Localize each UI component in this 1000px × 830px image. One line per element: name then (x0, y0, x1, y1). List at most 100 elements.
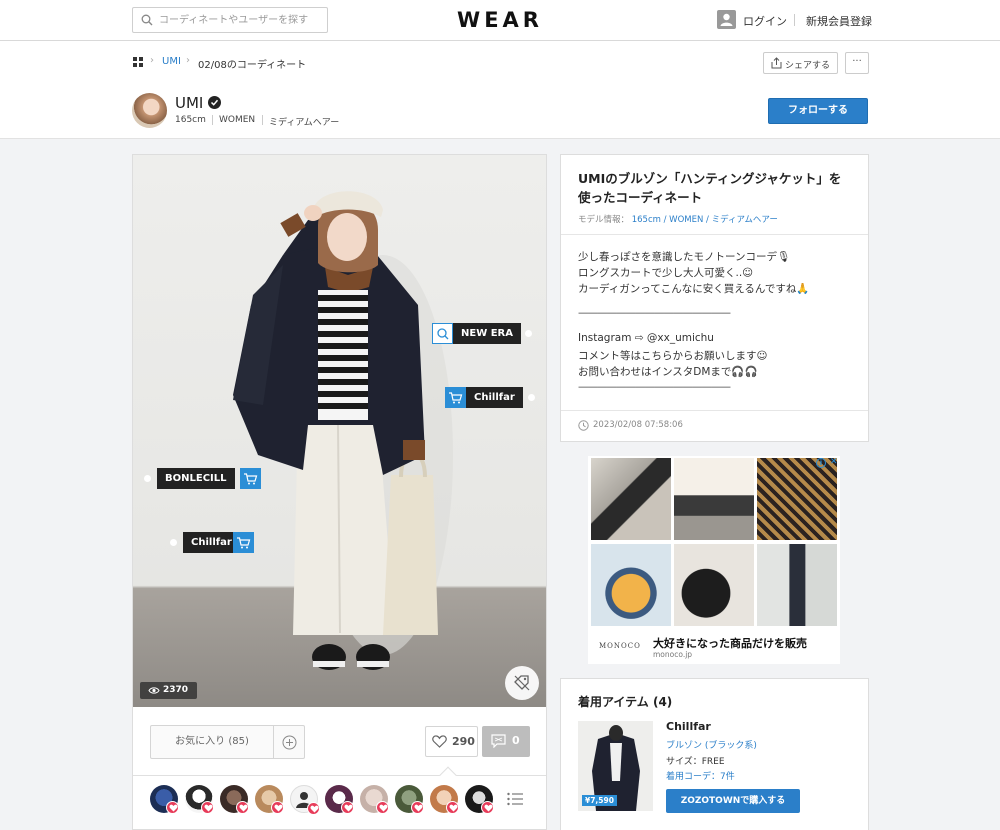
divider (133, 775, 546, 776)
ad-image (674, 458, 754, 540)
heart-badge-icon (236, 801, 249, 814)
item-coordinates-link[interactable]: 着用コーデ：7件 (666, 769, 735, 782)
liker-avatar[interactable] (395, 785, 424, 814)
tag-label: NEW ERA (453, 323, 521, 344)
heart-badge-icon (166, 801, 179, 814)
divider (561, 410, 868, 411)
cart-icon (240, 468, 261, 489)
item-price-badge: ¥7,590 (582, 795, 617, 806)
list-icon[interactable] (507, 792, 523, 806)
item-size: サイズ：FREE (666, 757, 725, 767)
verified-badge-icon (208, 96, 221, 109)
item-thumbnail[interactable]: ¥7,590 (578, 721, 653, 811)
worn-items-card: 着用アイテム (4) ¥7,590 Chillfar ブルゾン (ブラック系) … (560, 678, 869, 830)
top-header: WEAR ログイン 新規会員登録 (0, 0, 1000, 41)
tag-anchor-dot (528, 394, 535, 401)
liker-avatar[interactable] (185, 785, 214, 814)
model-info-label: モデル情報： (578, 215, 630, 225)
breadcrumb-user[interactable]: UMI (162, 56, 181, 67)
description-line: ———————————————— (578, 307, 731, 319)
divider (262, 115, 263, 125)
item-tag-chillfar-jacket[interactable]: Chillfar (445, 387, 535, 408)
wear-mini-logo[interactable] (133, 57, 145, 68)
coordinate-info-card: UMIのブルゾン「ハンティングジャケット」を使ったコーディネート モデル情報： … (560, 154, 869, 442)
more-options-button[interactable]: ··· (845, 52, 869, 74)
ad-close-icon[interactable]: ✕ (830, 457, 838, 467)
share-label: シェアする (785, 61, 831, 71)
tag-anchor-dot (170, 539, 177, 546)
liker-avatar[interactable] (150, 785, 179, 814)
chevron-right-icon: › (150, 55, 154, 66)
liker-avatar[interactable] (430, 785, 459, 814)
liker-avatar[interactable] (255, 785, 284, 814)
tag-anchor-dot (144, 475, 151, 482)
liker-avatar[interactable] (465, 785, 494, 814)
coordinate-title: UMIのブルゾン「ハンティングジャケット」を使ったコーディネート (578, 171, 842, 205)
heart-badge-icon (411, 801, 424, 814)
comment-count: 0 (512, 734, 520, 747)
buy-on-zozotown-button[interactable]: ZOZOTOWNで購入する (666, 789, 800, 813)
add-to-list-button[interactable] (273, 725, 305, 759)
ad-headline[interactable]: 大好きになった商品だけを販売 (653, 635, 807, 651)
ad-url: monoco.jp (653, 650, 693, 659)
coordinate-card: NEW ERA Chillfar BONLECILL Chillfar 2370… (132, 154, 547, 830)
model-photo-illustration (233, 191, 453, 670)
cart-icon (233, 532, 254, 553)
description-line: コメント等はこちらからお願いします☺ (578, 350, 768, 362)
plus-circle-icon (282, 735, 297, 750)
breadcrumb-current: 02/08のコーディネート (198, 60, 307, 71)
description-line: ロングスカートで少し大人可愛く..☺ (578, 267, 754, 279)
item-category[interactable]: ブルゾン (ブラック系) (666, 738, 757, 751)
item-tag-new-era[interactable]: NEW ERA (432, 323, 532, 344)
ad-image (591, 544, 671, 626)
search-icon (432, 323, 453, 344)
register-link[interactable]: 新規会員登録 (806, 13, 872, 29)
chevron-right-icon: › (186, 55, 190, 66)
divider (212, 115, 213, 125)
liker-avatar[interactable] (325, 785, 354, 814)
liker-avatar[interactable] (220, 785, 249, 814)
tag-anchor-dot (525, 330, 532, 337)
item-brand[interactable]: Chillfar (666, 720, 711, 733)
tag-label: Chillfar (466, 387, 523, 408)
item-tag-chillfar-skirt[interactable]: Chillfar (170, 532, 256, 553)
heart-badge-icon (376, 801, 389, 814)
heart-badge-icon (271, 801, 284, 814)
heart-badge-icon (446, 801, 459, 814)
description-line: お問い合わせはインスタDMまで🎧🎧 (578, 366, 758, 378)
worn-items-title: 着用アイテム (4) (578, 695, 673, 709)
divider (561, 234, 868, 235)
user-avatar[interactable] (132, 93, 167, 128)
view-count: 2370 (163, 685, 189, 695)
login-link[interactable]: ログイン (743, 13, 787, 29)
tag-icon (514, 675, 530, 691)
description-line: ———————————————— (578, 381, 731, 393)
like-button[interactable]: 290 (425, 726, 478, 757)
coordinate-photo[interactable]: NEW ERA Chillfar BONLECILL Chillfar 2370 (133, 155, 546, 707)
ad-info-icon[interactable]: i (816, 458, 826, 468)
user-name[interactable]: UMI (175, 94, 203, 112)
tag-toggle-button[interactable] (505, 666, 539, 700)
tag-label: Chillfar (183, 532, 240, 553)
heart-badge-icon (481, 801, 494, 814)
user-icon[interactable] (717, 10, 736, 29)
advertisement[interactable]: i ✕ MONOCO 大好きになった商品だけを販売 monoco.jp (588, 456, 840, 664)
comment-button[interactable]: 0 (482, 726, 530, 757)
item-tag-bonlecill[interactable]: BONLECILL (144, 468, 261, 489)
share-icon (771, 57, 782, 69)
liker-avatar[interactable] (290, 785, 320, 815)
liker-avatar[interactable] (360, 785, 389, 814)
share-button[interactable]: シェアする (763, 52, 838, 74)
description-line: カーディガンってこんなに安く買えるんですね🙏 (578, 283, 810, 295)
model-info-link[interactable]: 165cm / WOMEN / ミディアムヘアー (632, 215, 778, 225)
clock-icon (578, 420, 589, 431)
liker-avatars (150, 785, 510, 817)
ad-image (591, 458, 671, 540)
user-gender: WOMEN (219, 115, 256, 125)
post-date-text: 2023/02/08 07:58:06 (593, 420, 683, 430)
favorite-button[interactable]: お気に入り (85) (150, 725, 274, 759)
tag-label: BONLECILL (157, 468, 235, 489)
follow-button[interactable]: フォローする (768, 98, 868, 124)
description-line: 少し春っぽさを意識したモノトーンコーデ🎙 (578, 251, 791, 263)
divider (794, 14, 795, 26)
